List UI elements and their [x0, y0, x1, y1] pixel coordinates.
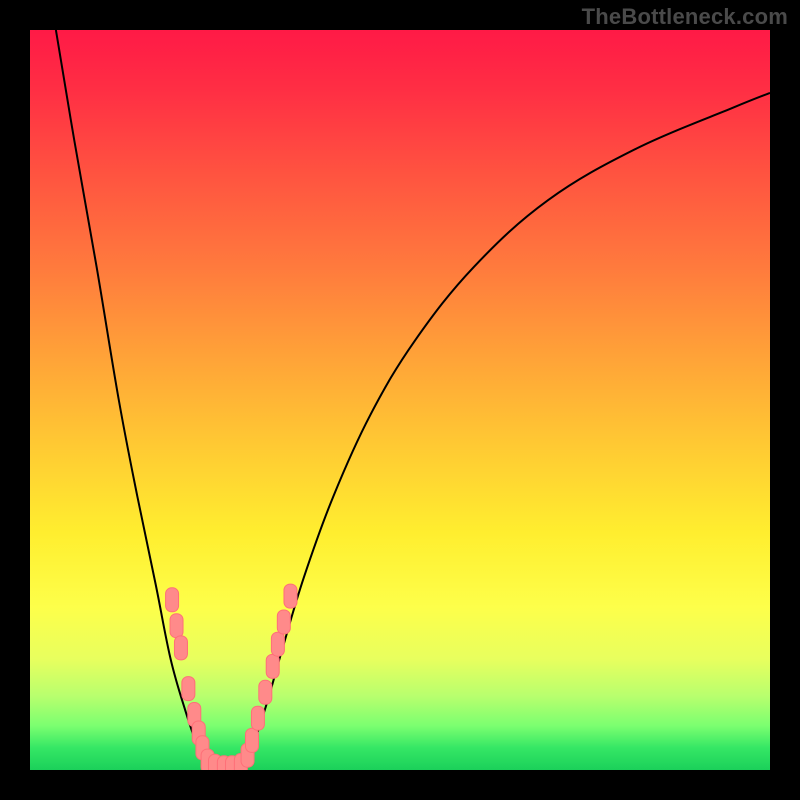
right-curve — [241, 93, 770, 770]
marker-point — [170, 614, 183, 638]
marker-point — [166, 588, 179, 612]
marker-point — [266, 654, 279, 678]
marker-point — [259, 680, 272, 704]
marker-point — [251, 706, 264, 730]
marker-point — [284, 584, 297, 608]
watermark-text: TheBottleneck.com — [582, 4, 788, 30]
plot-area — [30, 30, 770, 770]
marker-point — [271, 632, 284, 656]
marker-point — [246, 728, 259, 752]
marker-point — [277, 610, 290, 634]
marker-group — [166, 584, 297, 770]
outer-frame: TheBottleneck.com — [0, 0, 800, 800]
chart-svg — [30, 30, 770, 770]
marker-point — [182, 677, 195, 701]
marker-point — [174, 636, 187, 660]
